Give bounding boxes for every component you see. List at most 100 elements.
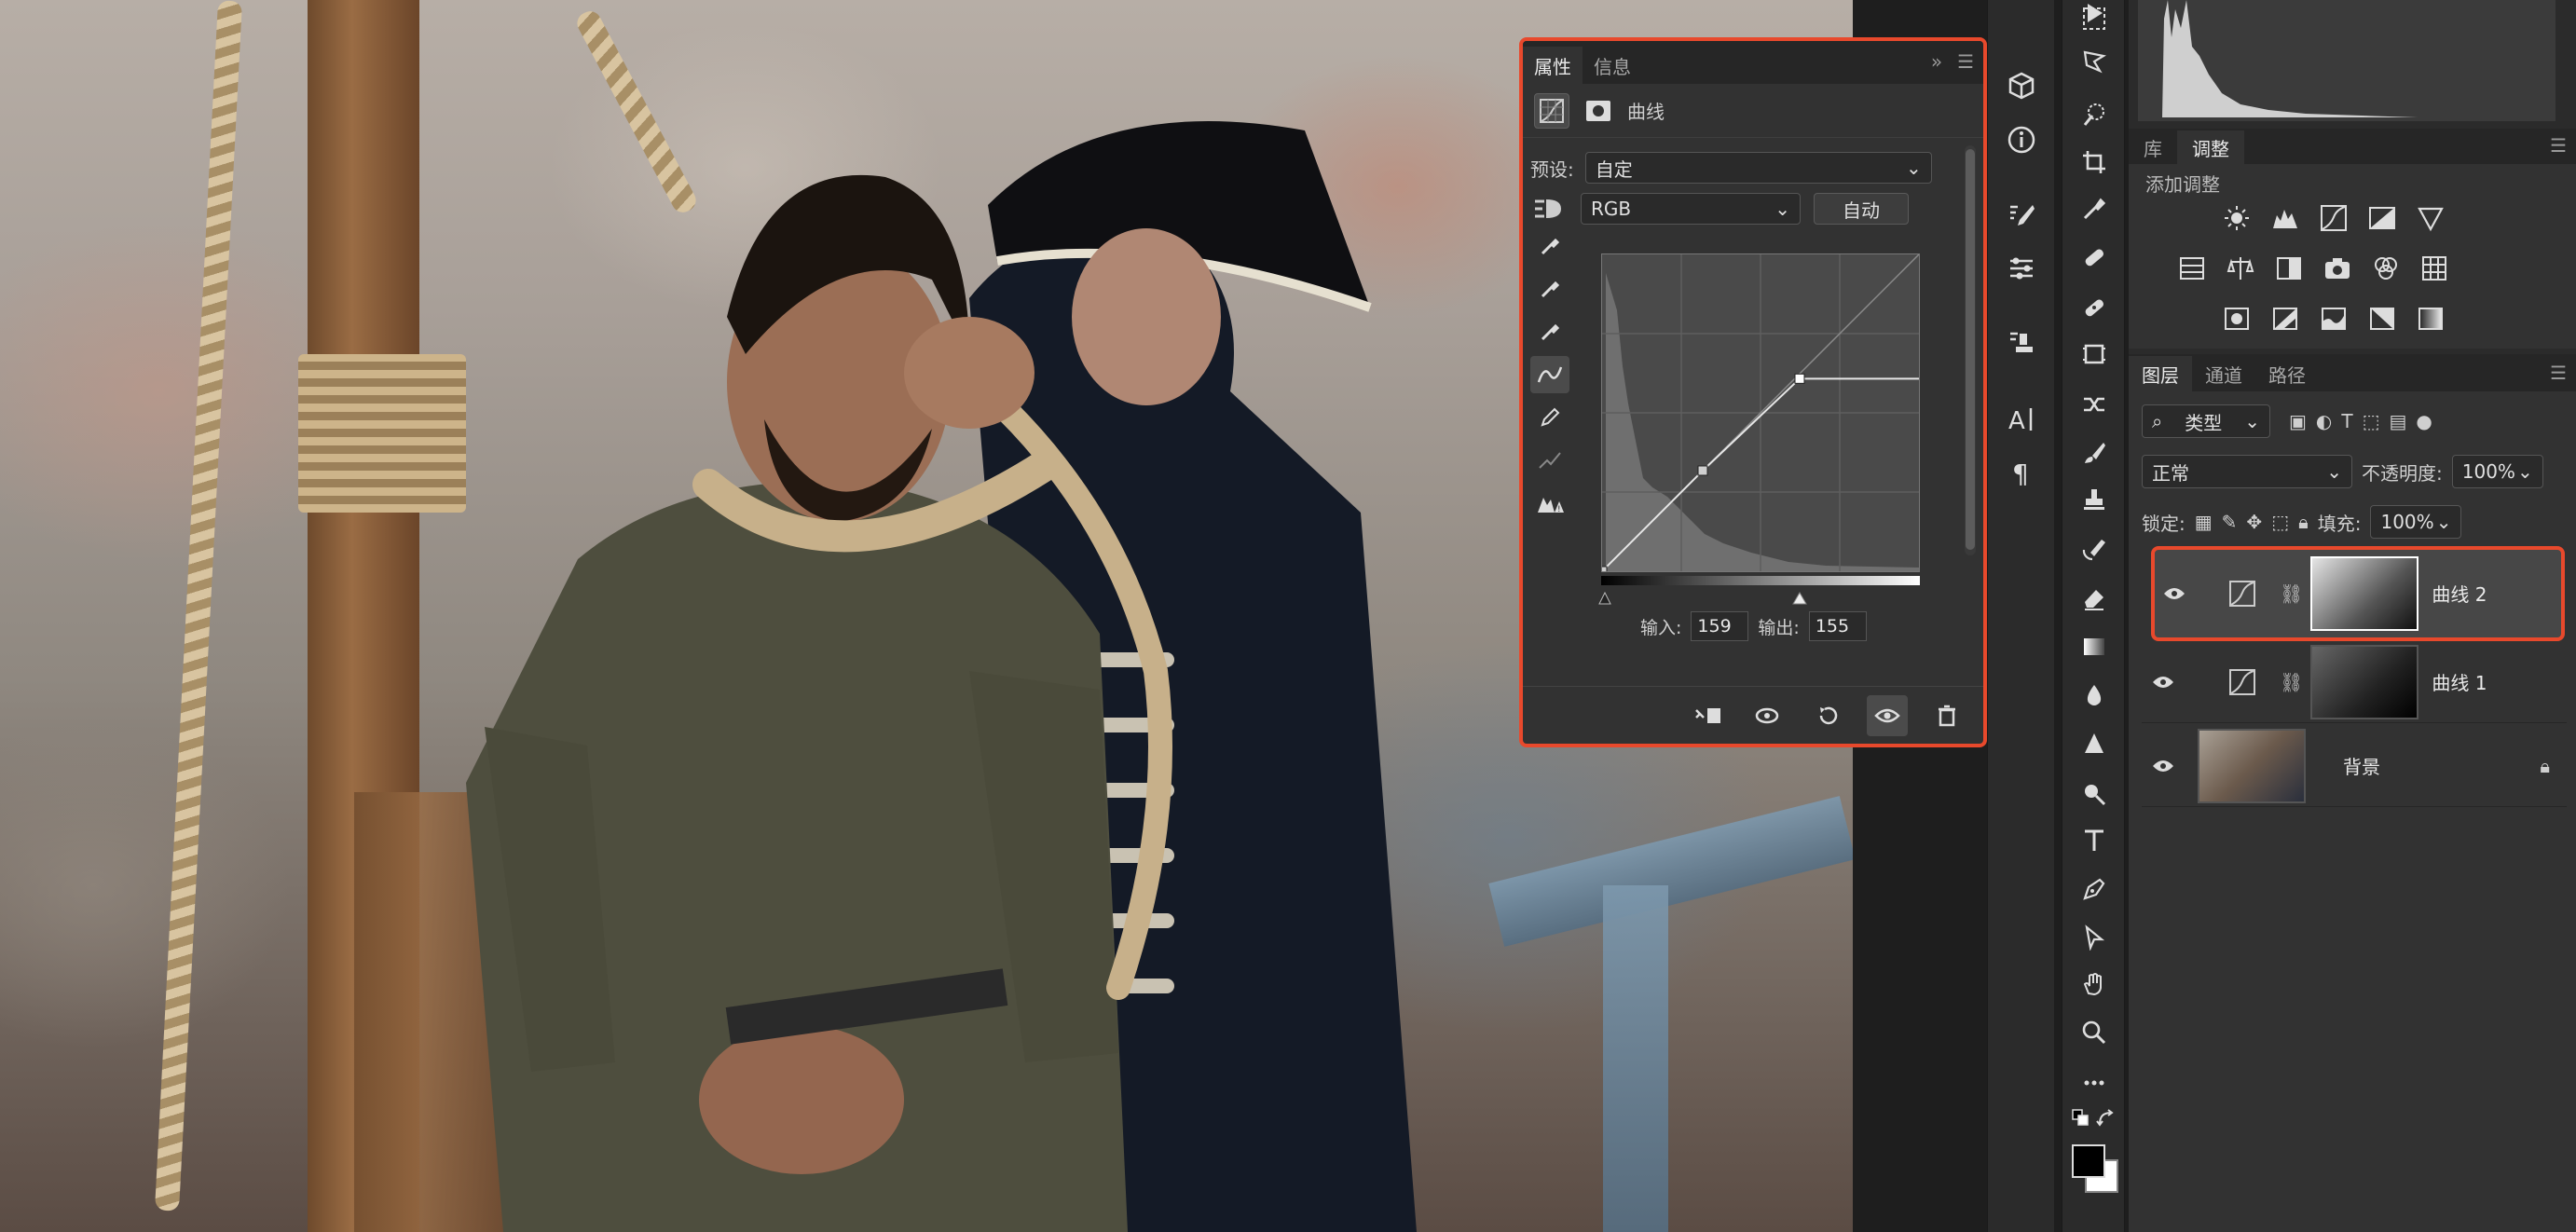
curve-control-point[interactable]	[1697, 465, 1708, 476]
tab-paths[interactable]: 路径	[2255, 356, 2319, 391]
pen-icon[interactable]	[2076, 775, 2113, 813]
black-white-icon[interactable]	[2272, 252, 2306, 285]
bandage-icon[interactable]	[2076, 289, 2113, 326]
levels-icon[interactable]	[2268, 201, 2302, 235]
tab-layers[interactable]: 图层	[2129, 356, 2192, 391]
clip-to-layer-icon[interactable]	[1688, 695, 1729, 736]
clipping-warning-icon[interactable]: !	[1530, 485, 1569, 522]
layer-row-curves-1[interactable]: ⛓︎ 曲线 1	[2142, 641, 2567, 723]
fill-field[interactable]: 100% ⌄	[2370, 505, 2462, 539]
paragraph-icon[interactable]: ¶	[2001, 451, 2042, 492]
tab-channels[interactable]: 通道	[2192, 356, 2255, 391]
default-colors-icon[interactable]	[2072, 1109, 2092, 1129]
lock-position-icon[interactable]: ✥	[2246, 511, 2262, 533]
input-value-field[interactable]: 159	[1691, 611, 1749, 641]
swap-colors-icon[interactable]	[2096, 1109, 2117, 1129]
tab-info[interactable]: 信息	[1583, 47, 1642, 84]
panel-menu-icon[interactable]: ☰	[1957, 50, 1974, 73]
target-adjust-icon[interactable]	[1530, 192, 1568, 226]
eye-icon[interactable]	[2142, 675, 2185, 690]
black-slider[interactable]	[1598, 591, 1611, 605]
path-pen-icon[interactable]	[2076, 870, 2113, 908]
trash-icon[interactable]	[1926, 695, 1967, 736]
eye-icon[interactable]	[2142, 759, 2185, 773]
eyedropper-icon[interactable]	[2076, 190, 2113, 227]
curves-adjustment-icon[interactable]	[1534, 92, 1569, 129]
curves-plot[interactable]	[1596, 253, 1920, 577]
channel-dropdown[interactable]: RGB ⌄	[1581, 193, 1801, 225]
info-icon[interactable]	[2001, 119, 2042, 160]
clone-source-icon[interactable]	[2001, 322, 2042, 363]
background-layer-thumbnail[interactable]	[2198, 728, 2306, 803]
lock-image-icon[interactable]: ✎	[2222, 511, 2238, 533]
lock-icon[interactable]: 🔒︎	[2540, 755, 2550, 777]
filter-toggle-icon[interactable]: ●	[2416, 410, 2432, 432]
quick-select-icon[interactable]	[2076, 95, 2113, 132]
more-icon[interactable]	[2076, 1064, 2113, 1102]
lasso-icon[interactable]	[2076, 43, 2113, 80]
pencil-draw-icon[interactable]	[1530, 399, 1569, 436]
black-point-eyedropper-icon[interactable]	[1530, 227, 1569, 265]
layer-mask-thumbnail[interactable]	[2310, 644, 2419, 719]
tab-properties[interactable]: 属性	[1523, 47, 1583, 84]
auto-button[interactable]: 自动	[1814, 193, 1909, 225]
marquee-icon[interactable]	[2076, 0, 2113, 37]
foreground-color-swatch[interactable]	[2072, 1144, 2105, 1178]
properties-scrollbar[interactable]	[1965, 145, 1976, 555]
hue-saturation-icon[interactable]	[2175, 252, 2209, 285]
brush-presets-icon[interactable]	[2001, 196, 2042, 237]
visibility-eye-icon[interactable]	[1867, 694, 1908, 736]
opacity-field[interactable]: 100% ⌄	[2451, 455, 2543, 488]
zoom-icon[interactable]	[2076, 1014, 2113, 1051]
preset-dropdown[interactable]: 自定 ⌄	[1584, 152, 1932, 184]
white-point-eyedropper-icon[interactable]	[1530, 313, 1569, 350]
invert-icon[interactable]	[2220, 302, 2254, 335]
type-icon[interactable]	[2076, 822, 2113, 859]
posterize-icon[interactable]	[2268, 302, 2302, 335]
lock-all-icon[interactable]: 🔒︎	[2298, 511, 2309, 533]
selective-color-icon[interactable]	[2365, 302, 2399, 335]
curve-point-tool-icon[interactable]	[1530, 356, 1569, 393]
frame-icon[interactable]	[2076, 335, 2113, 373]
blend-mode-dropdown[interactable]: 正常 ⌄	[2142, 455, 2352, 488]
color-lookup-icon[interactable]	[2418, 252, 2451, 285]
lock-transparent-icon[interactable]: ▦	[2195, 511, 2213, 533]
eraser-icon[interactable]	[2076, 580, 2113, 617]
blur-icon[interactable]	[2076, 677, 2113, 714]
scrollbar-thumb[interactable]	[1966, 149, 1975, 550]
vibrance-icon[interactable]	[2414, 201, 2447, 235]
reset-icon[interactable]	[1807, 695, 1848, 736]
hand-icon[interactable]	[2076, 965, 2113, 1003]
brush-icon[interactable]	[2076, 434, 2113, 472]
properties-panel[interactable]: 属性 信息 » ☰ 曲线 预设: 自定 ⌄ RGB ⌄ 自动 ! 输入: 159…	[1519, 37, 1987, 747]
transform-icon[interactable]	[2076, 386, 2113, 423]
filter-adjustment-icon[interactable]: ◐	[2316, 410, 2332, 432]
panel-menu-icon[interactable]: ☰	[2550, 362, 2567, 384]
white-slider[interactable]	[1792, 592, 1807, 605]
filter-type-icon[interactable]: T	[2341, 410, 2352, 432]
curves-graph[interactable]	[1596, 253, 1920, 577]
exposure-icon[interactable]	[2365, 201, 2399, 235]
curve-control-point[interactable]	[1596, 566, 1608, 577]
layer-row-background[interactable]: 背景 🔒︎	[2142, 725, 2567, 807]
filter-pixel-icon[interactable]: ▣	[2289, 410, 2307, 432]
smooth-curve-icon[interactable]	[1530, 442, 1569, 479]
brightness-icon[interactable]	[2220, 201, 2254, 235]
path-select-icon[interactable]	[2076, 919, 2113, 956]
gradient-map-icon[interactable]	[2414, 302, 2447, 335]
layer-filter-dropdown[interactable]: ⌕ 类型 ⌄	[2142, 404, 2270, 438]
crop-icon[interactable]	[2076, 144, 2113, 181]
eye-icon[interactable]	[2153, 586, 2196, 601]
level-sliders[interactable]	[1596, 589, 1931, 606]
tab-libraries[interactable]: 库	[2129, 130, 2177, 164]
panel-menu-icon[interactable]: ☰	[2550, 134, 2567, 157]
output-value-field[interactable]: 155	[1808, 611, 1867, 641]
brush-settings-icon[interactable]	[2001, 248, 2042, 289]
stamp-icon[interactable]	[2076, 481, 2113, 518]
gradient-icon[interactable]	[2076, 628, 2113, 665]
healing-icon[interactable]	[2076, 239, 2113, 276]
layer-mask-icon[interactable]	[1581, 93, 1616, 129]
3d-cube-icon[interactable]	[2001, 65, 2042, 106]
dodge-icon[interactable]	[2076, 725, 2113, 762]
filter-smart-object-icon[interactable]: ▤	[2389, 410, 2406, 432]
